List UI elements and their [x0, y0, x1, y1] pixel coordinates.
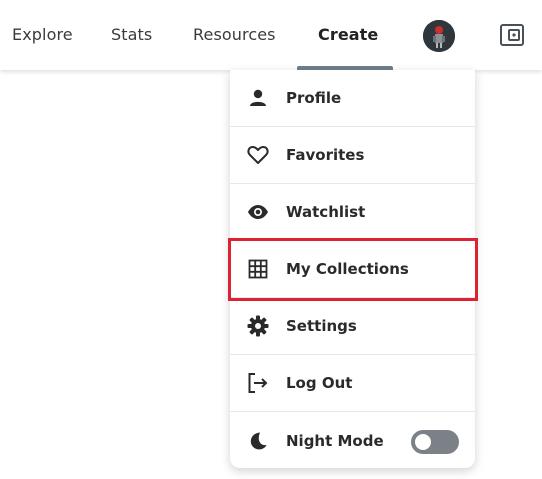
wallet-button[interactable]	[497, 20, 527, 50]
menu-item-watchlist[interactable]: Watchlist	[230, 184, 475, 241]
nav-stats[interactable]: Stats	[111, 24, 152, 46]
night-mode-toggle[interactable]	[411, 430, 459, 454]
nav-explore[interactable]: Explore	[12, 24, 73, 46]
menu-label-night-mode: Night Mode	[286, 431, 384, 450]
menu-item-my-collections[interactable]: My Collections	[230, 241, 475, 298]
menu-label-favorites: Favorites	[286, 146, 365, 164]
logout-icon	[246, 371, 270, 395]
menu-label-profile: Profile	[286, 89, 342, 107]
avatar-image	[423, 20, 455, 52]
menu-item-profile[interactable]: Profile	[230, 70, 475, 127]
person-icon	[246, 86, 270, 110]
menu-item-log-out[interactable]: Log Out	[230, 355, 475, 412]
eye-icon	[246, 200, 270, 224]
nav-create[interactable]: Create	[318, 24, 378, 46]
menu-item-settings[interactable]: Settings	[230, 298, 475, 355]
account-dropdown-menu: Profile Favorites Watchlist My Collectio…	[230, 70, 475, 468]
wallet-icon	[500, 24, 524, 46]
menu-label-log-out: Log Out	[286, 374, 353, 392]
page: Explore Stats Resources Create Profile F…	[0, 0, 542, 479]
menu-label-watchlist: Watchlist	[286, 203, 366, 221]
menu-item-favorites[interactable]: Favorites	[230, 127, 475, 184]
grid-icon	[246, 257, 270, 281]
gear-icon	[246, 314, 270, 338]
heart-icon	[246, 143, 270, 167]
user-avatar[interactable]	[423, 20, 455, 52]
menu-label-my-collections: My Collections	[286, 260, 409, 278]
menu-item-night-mode: Night Mode	[230, 412, 475, 469]
nav-resources[interactable]: Resources	[193, 24, 276, 46]
menu-label-settings: Settings	[286, 317, 357, 335]
toggle-knob	[415, 434, 431, 450]
top-navbar: Explore Stats Resources Create	[0, 0, 542, 70]
moon-icon	[246, 429, 270, 453]
